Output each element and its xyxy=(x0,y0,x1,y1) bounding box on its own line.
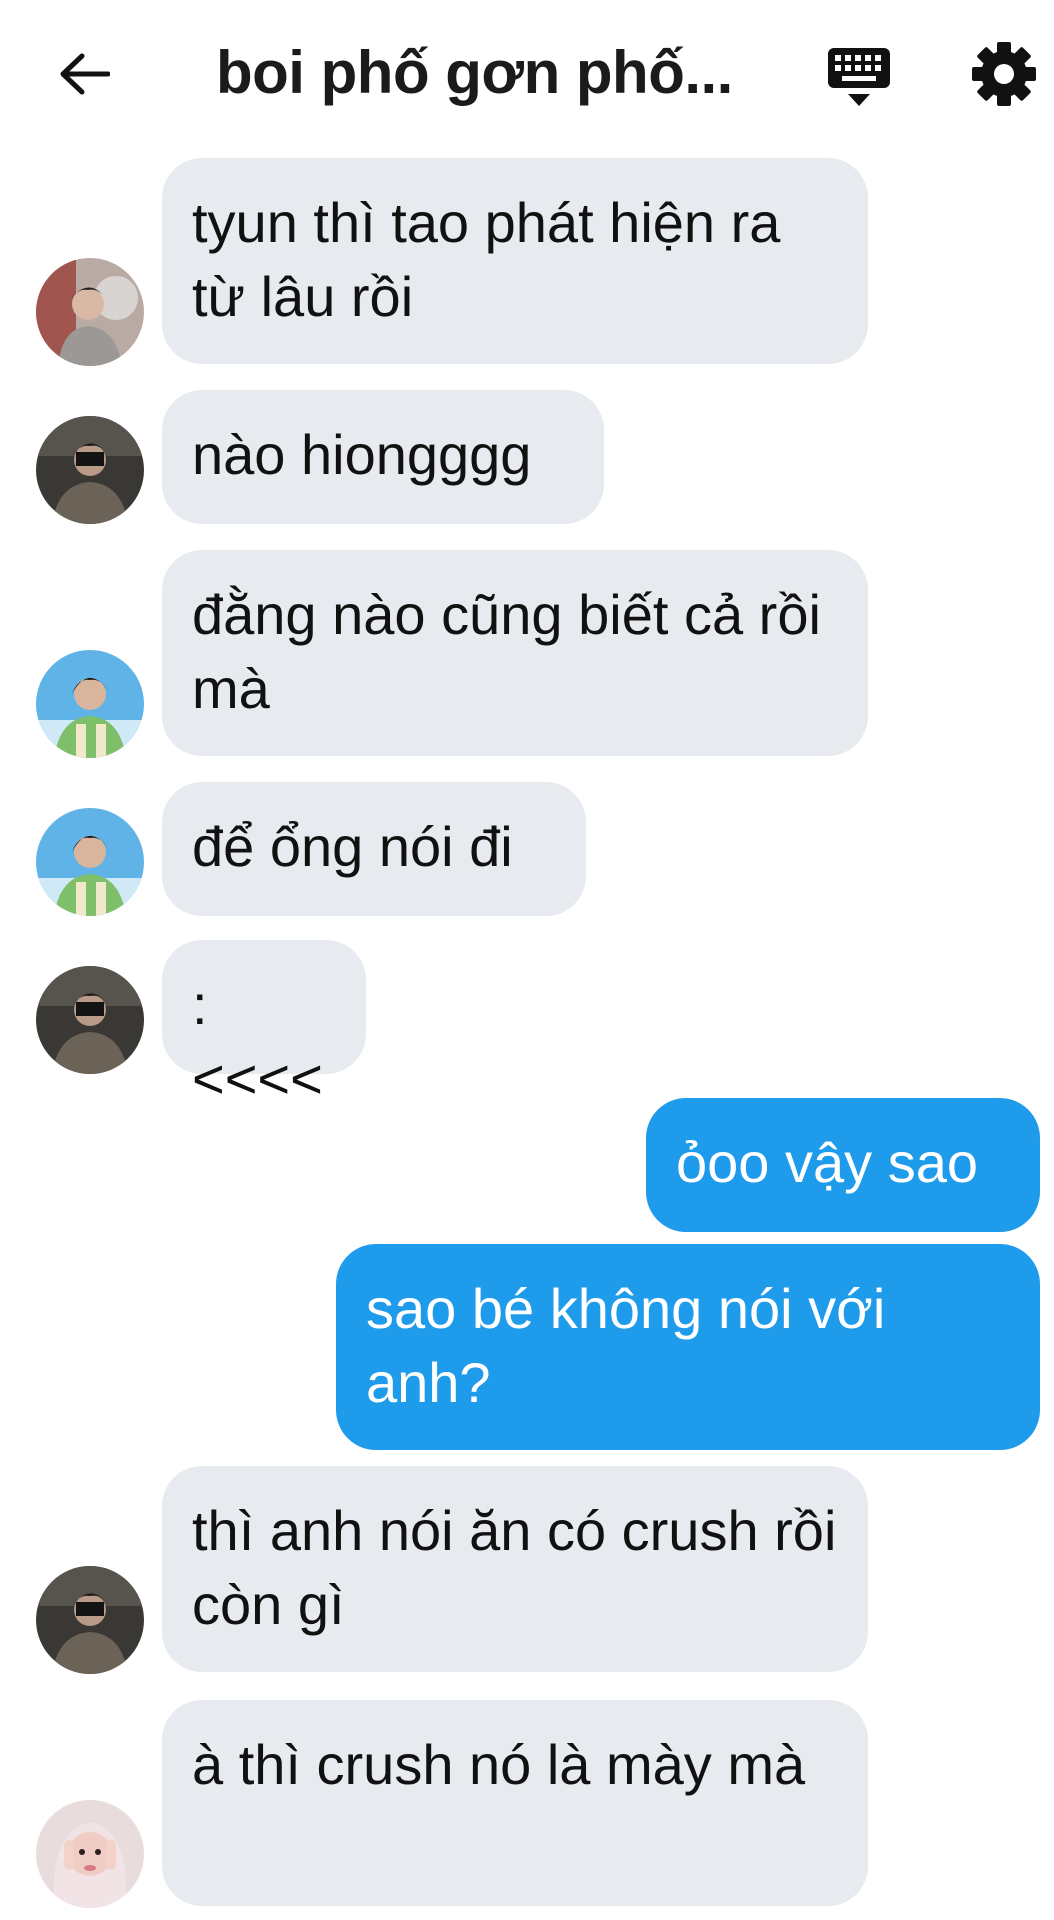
keyboard-icon xyxy=(828,48,890,106)
back-button[interactable] xyxy=(52,46,116,102)
conversation-title[interactable]: boi phố gơn phố... xyxy=(216,38,733,107)
message-bubble-incoming[interactable]: nào hiongggg xyxy=(162,390,604,524)
profile-photo xyxy=(36,808,144,916)
avatar-boy-dark[interactable] xyxy=(36,966,144,1074)
profile-photo xyxy=(36,1566,144,1674)
chat-header: boi phố gơn phố... xyxy=(0,0,1054,150)
profile-photo xyxy=(36,966,144,1074)
profile-photo xyxy=(36,258,144,366)
avatar-boy-sky[interactable] xyxy=(36,808,144,916)
gear-icon xyxy=(972,42,1036,106)
profile-photo xyxy=(36,650,144,758)
profile-photo xyxy=(36,1800,144,1908)
message-bubble-incoming[interactable]: à thì crush nó là mày mà xyxy=(162,1700,868,1906)
avatar-boy-dark[interactable] xyxy=(36,416,144,524)
avatar-girl-pink[interactable] xyxy=(36,1800,144,1908)
keyboard-button[interactable] xyxy=(826,44,892,110)
message-bubble-incoming[interactable]: :<<<< xyxy=(162,940,366,1110)
avatar-boy-dark[interactable] xyxy=(36,1566,144,1674)
avatar-boy-sky[interactable] xyxy=(36,650,144,758)
profile-photo xyxy=(36,416,144,524)
message-bubble-outgoing[interactable]: ỏoo vậy sao xyxy=(646,1098,1040,1232)
message-bubble-incoming[interactable]: tyun thì tao phát hiện ra từ lâu rồi xyxy=(162,158,868,364)
settings-button[interactable] xyxy=(970,40,1038,108)
avatar-boy-light[interactable] xyxy=(36,258,144,366)
arrow-left-icon xyxy=(60,53,110,95)
message-bubble-incoming[interactable]: để ổng nói đi xyxy=(162,782,586,916)
message-bubble-outgoing[interactable]: sao bé không nói với anh? xyxy=(336,1244,1040,1450)
message-bubble-incoming[interactable]: thì anh nói ăn có crush rồi còn gì xyxy=(162,1466,868,1672)
message-bubble-incoming[interactable]: đằng nào cũng biết cả rồi mà xyxy=(162,550,868,756)
